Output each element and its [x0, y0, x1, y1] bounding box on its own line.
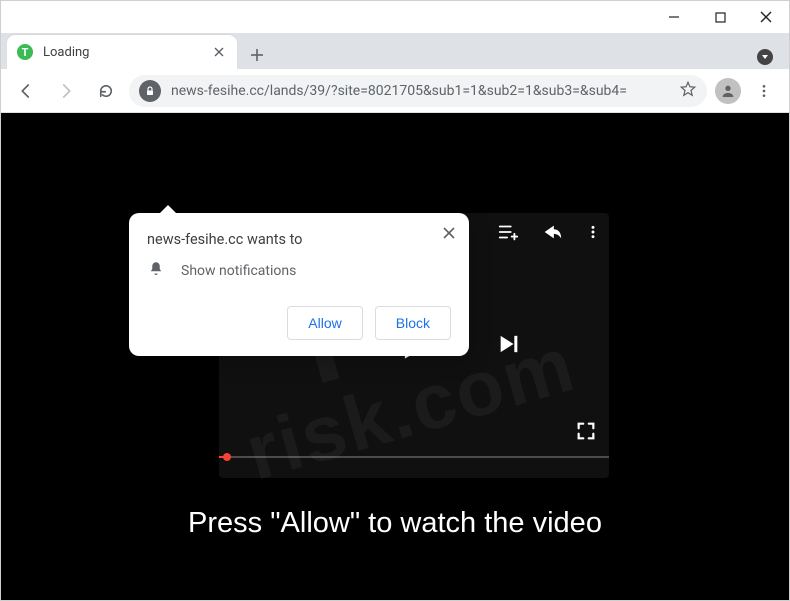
new-tab-button[interactable] — [243, 41, 271, 69]
prompt-site-name: news-fesihe.cc — [147, 231, 243, 248]
back-button[interactable] — [9, 74, 43, 108]
tab-close-button[interactable] — [211, 44, 227, 60]
add-to-playlist-icon[interactable] — [497, 221, 519, 247]
prompt-title: news-fesihe.cc wants to — [147, 231, 451, 248]
prompt-close-button[interactable] — [439, 223, 459, 243]
prompt-wants-to: wants to — [247, 231, 303, 248]
page-instruction-text: Press "Allow" to watch the video — [188, 507, 602, 540]
window-close-button[interactable] — [743, 1, 789, 33]
tab-strip: T Loading — [1, 33, 789, 69]
window-titlebar — [1, 1, 789, 33]
address-bar[interactable]: news-fesihe.cc/lands/39/?site=8021705&su… — [129, 75, 707, 107]
video-progress-track[interactable] — [219, 456, 609, 458]
notification-permission-prompt: news-fesihe.cc wants to Show notificatio… — [129, 213, 469, 356]
window-maximize-button[interactable] — [697, 1, 743, 33]
skip-next-icon[interactable] — [496, 330, 524, 362]
browser-tab[interactable]: T Loading — [7, 35, 237, 69]
allow-button[interactable]: Allow — [287, 306, 362, 340]
profile-avatar-icon[interactable] — [715, 78, 741, 104]
more-options-icon[interactable] — [585, 221, 601, 247]
video-progress-thumb[interactable] — [219, 456, 229, 458]
browser-toolbar: news-fesihe.cc/lands/39/?site=8021705&su… — [1, 69, 789, 113]
reload-button[interactable] — [89, 74, 123, 108]
site-lock-icon[interactable] — [139, 80, 161, 102]
bookmark-star-icon[interactable] — [679, 80, 697, 102]
kebab-menu-icon[interactable] — [747, 74, 781, 108]
forward-button[interactable] — [49, 74, 83, 108]
bell-icon — [147, 260, 165, 282]
fullscreen-icon[interactable] — [575, 420, 597, 446]
address-text: news-fesihe.cc/lands/39/?site=8021705&su… — [171, 83, 627, 99]
prompt-permission-label: Show notifications — [181, 263, 296, 279]
page-content: PC risk.com — [1, 113, 789, 600]
tab-title: Loading — [43, 45, 201, 60]
share-icon[interactable] — [541, 221, 563, 247]
window-minimize-button[interactable] — [651, 1, 697, 33]
block-button[interactable]: Block — [375, 306, 451, 340]
tab-search-button[interactable] — [753, 45, 777, 69]
tab-favicon-icon: T — [17, 44, 33, 60]
